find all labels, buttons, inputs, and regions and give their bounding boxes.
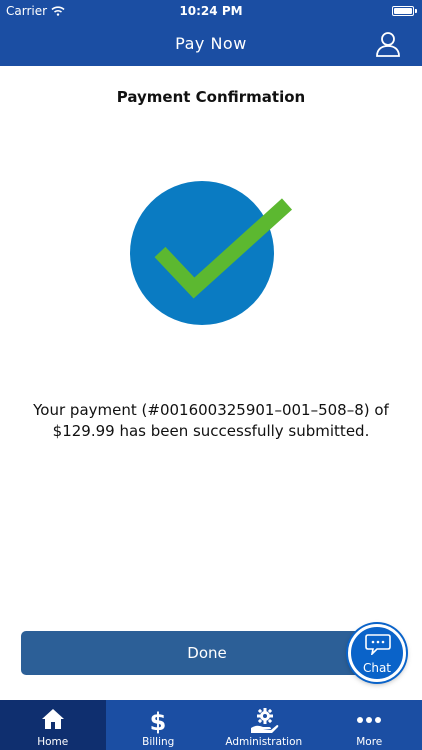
tab-more-label: More [356, 736, 383, 748]
tab-bar: Home $ Billing Administration More [0, 700, 422, 750]
tab-home-label: Home [37, 736, 69, 748]
done-button-label: Done [187, 644, 227, 662]
status-time: 10:24 PM [179, 4, 243, 18]
status-bar: Carrier 10:24 PM [0, 0, 422, 22]
confirmation-message: Your payment (#001600325901–001–508–8) o… [33, 401, 389, 440]
tab-more[interactable]: More [317, 700, 422, 750]
home-icon [41, 709, 64, 729]
svg-text:$: $ [150, 708, 167, 734]
success-check-icon [125, 180, 295, 330]
tab-administration-label: Administration [225, 736, 303, 748]
tab-billing[interactable]: $ Billing [106, 700, 212, 750]
done-button[interactable]: Done [21, 631, 393, 675]
more-dots-icon [357, 717, 382, 723]
tab-billing-label: Billing [142, 736, 175, 748]
user-icon[interactable] [374, 30, 402, 58]
nav-bar: Pay Now [0, 22, 422, 66]
chat-label: Chat [362, 661, 392, 675]
tab-home[interactable]: Home [0, 700, 106, 750]
chat-button[interactable]: Chat [348, 624, 406, 682]
gear-hand-icon [250, 708, 279, 733]
page-title: Payment Confirmation [116, 88, 306, 106]
chat-bubble-icon [365, 634, 391, 655]
nav-title: Pay Now [175, 34, 247, 53]
tab-administration[interactable]: Administration [211, 700, 317, 750]
dollar-icon: $ [150, 708, 167, 734]
battery-icon [392, 6, 417, 16]
